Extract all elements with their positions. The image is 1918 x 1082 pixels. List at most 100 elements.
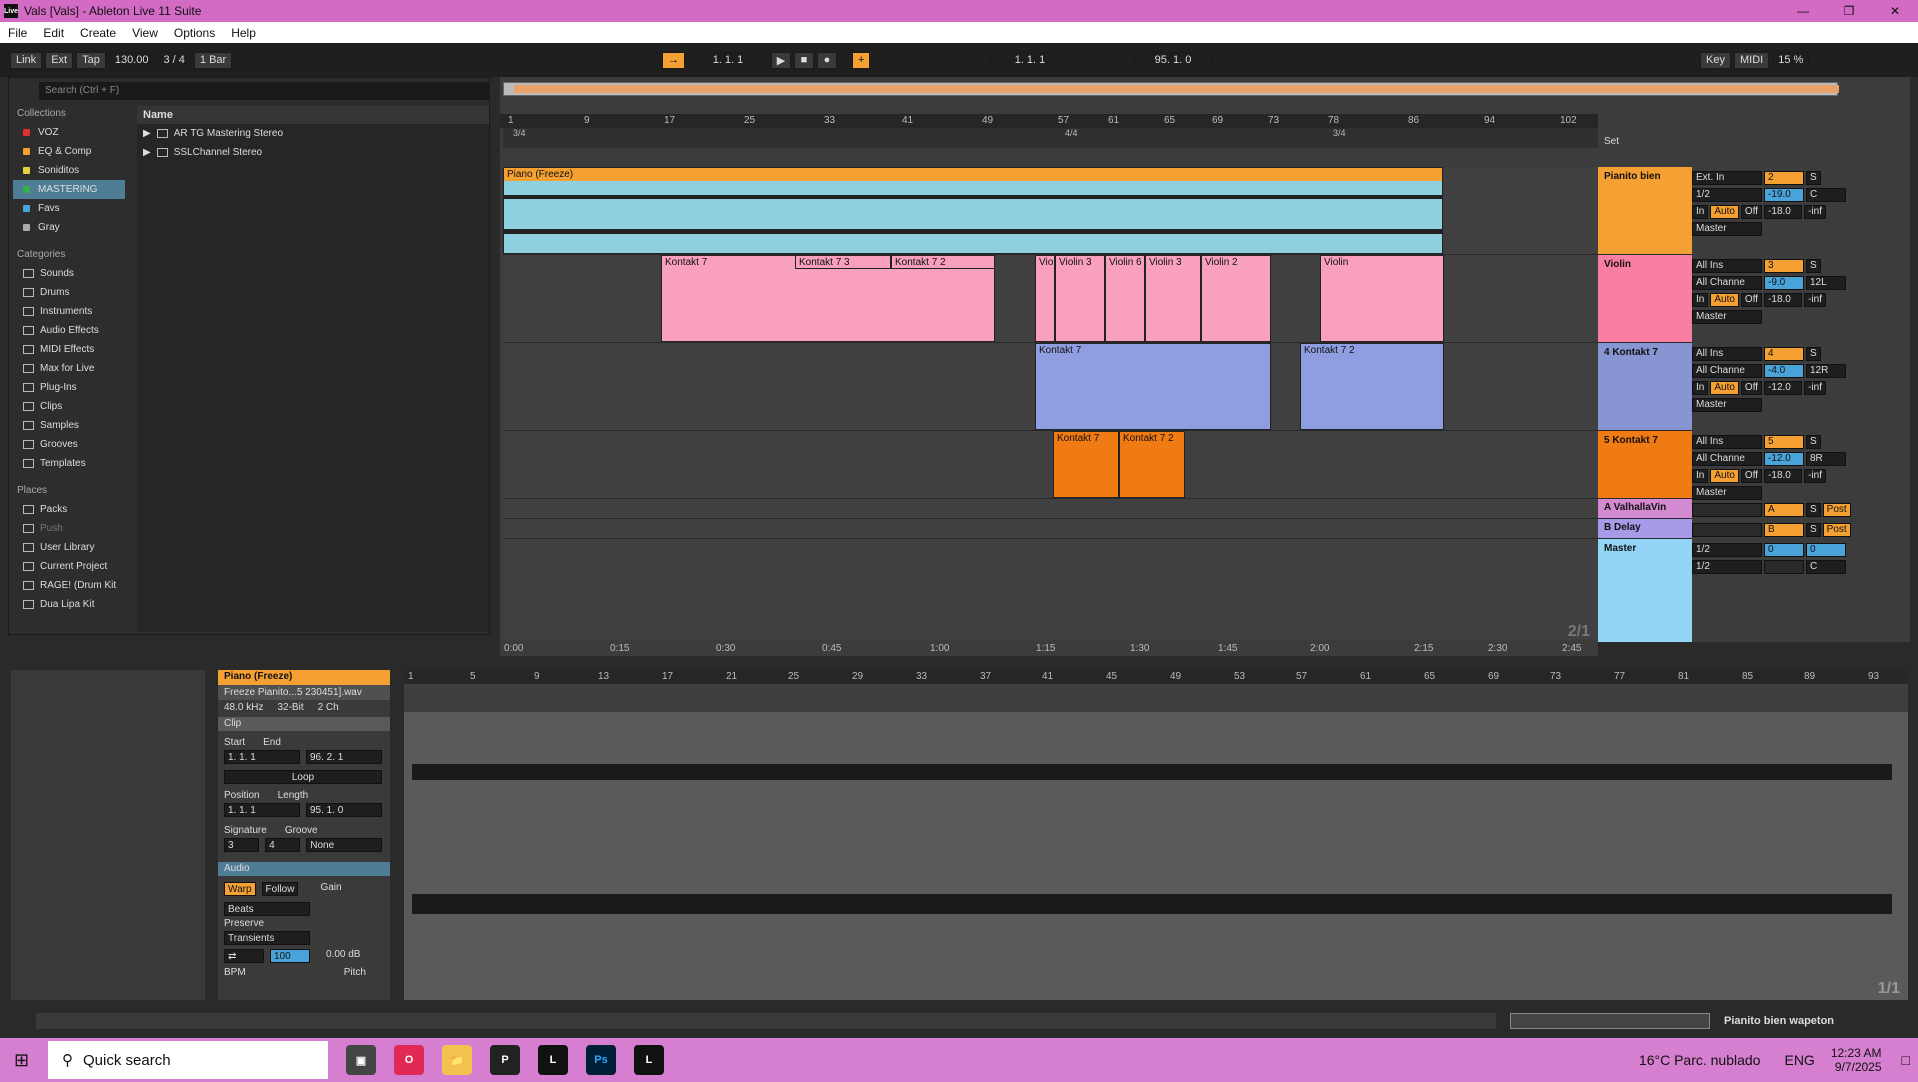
clock[interactable]: 12:23 AM 9/7/2025 [1831,1046,1882,1074]
volume-field[interactable]: -12.0 [1764,451,1804,466]
monitor-auto-button[interactable]: Auto [1710,292,1739,307]
beat-ruler[interactable]: 1 9 17 25 33 41 49 57 61 65 69 73 78 86 … [500,114,1598,128]
expand-icon[interactable]: ▶ [143,128,151,139]
start-field[interactable]: 1. 1. 1 [224,750,300,764]
track-name[interactable]: Violin [1604,259,1631,270]
ext-sync-button[interactable]: Ext [45,51,74,69]
midi-clip[interactable]: Violin 2 [1201,255,1271,342]
photoshop-icon[interactable]: Ps [586,1045,616,1075]
monitor-in-button[interactable]: In [1692,292,1709,307]
midi-clip[interactable]: Vio [1035,255,1055,342]
volume-field[interactable]: 0 [1764,542,1804,557]
collection-favs[interactable]: Favs [13,199,125,218]
monitor-off-button[interactable]: Off [1740,468,1763,483]
overview-bar[interactable] [503,82,1839,96]
input-channel-select[interactable]: 1/2 [1692,187,1762,202]
audio-clip[interactable]: Piano (Freeze) [503,167,1443,254]
category-instruments[interactable]: Instruments [13,302,125,321]
tap-tempo-button[interactable]: Tap [76,51,106,69]
track-activator[interactable]: 5 [1764,434,1804,449]
input-channel-select[interactable]: All Channe [1692,275,1762,290]
task-view-icon[interactable]: ▣ [346,1045,376,1075]
category-plugins[interactable]: Plug-Ins [13,378,125,397]
place-current-project[interactable]: Current Project [13,557,125,576]
end-field[interactable]: 96. 2. 1 [306,750,382,764]
monitor-auto-button[interactable]: Auto [1710,468,1739,483]
loop-length-field[interactable]: 95. 1. 0 [1133,51,1213,69]
track-activator[interactable]: 2 [1764,170,1804,185]
pan-field[interactable]: C [1806,559,1846,574]
pan-field[interactable]: 12R [1806,363,1846,378]
output-select[interactable]: Master [1692,309,1762,324]
midi-clip[interactable]: Violin [1320,255,1444,342]
clip-section-header[interactable]: Clip [218,717,390,731]
solo-button[interactable]: S [1806,346,1821,361]
loop-mode-select[interactable]: ⇄ [224,949,264,963]
preserve-select[interactable]: Transients [224,931,310,945]
overdub-button[interactable]: + [852,51,871,69]
expand-icon[interactable]: ▶ [143,147,151,158]
weather-widget[interactable]: 16°C Parc. nublado [1639,1052,1761,1068]
loop-toggle[interactable]: Loop [224,770,382,784]
signature-numerator[interactable]: 3 [224,838,260,852]
category-drums[interactable]: Drums [13,283,125,302]
send-field[interactable]: -18.0 [1764,468,1803,483]
stop-icon[interactable]: ■ [794,51,814,69]
menu-options[interactable]: Options [166,26,223,40]
track-lane[interactable]: Piano (Freeze) [503,167,1598,255]
file-explorer-icon[interactable]: 📁 [442,1045,472,1075]
notification-icon[interactable]: □ [1902,1052,1910,1068]
file-item[interactable]: ▶ AR TG Mastering Stereo [137,124,489,143]
place-packs[interactable]: Packs [13,500,125,519]
monitor-in-button[interactable]: In [1692,380,1709,395]
time-signature-field[interactable]: 3 / 4 [157,51,191,69]
input-type-select[interactable]: Ext. In [1692,170,1762,185]
volume-field[interactable]: -9.0 [1764,275,1804,290]
output-select[interactable]: Master [1692,397,1762,412]
input-type-select[interactable]: All Ins [1692,434,1762,449]
pre-post-toggle[interactable]: Post [1822,502,1851,517]
loop-start-field[interactable]: 1. 1. 1 [990,51,1070,69]
place-rage-drum-kit[interactable]: RAGE! (Drum Kit [13,576,125,595]
tempo-field[interactable]: 130.00 [108,51,155,69]
monitor-auto-button[interactable]: Auto [1710,204,1739,219]
monitor-in-button[interactable]: In [1692,468,1709,483]
taskbar-search[interactable]: ⚲ Quick search [48,1041,328,1079]
midi-map-button[interactable]: MIDI [1733,51,1770,69]
collection-gray[interactable]: Gray [13,218,125,237]
track-activator[interactable]: B [1764,522,1804,537]
app-icon[interactable]: P [490,1045,520,1075]
midi-clip[interactable]: Kontakt 7 2 [1300,343,1444,430]
midi-clip[interactable]: Violin 3 [1055,255,1105,342]
sample-ruler[interactable]: 1 5 9 13 17 21 25 29 33 37 41 45 49 53 5… [404,670,1908,684]
category-templates[interactable]: Templates [13,454,125,473]
collection-soniditos[interactable]: Soniditos [13,161,125,180]
category-samples[interactable]: Samples [13,416,125,435]
solo-button[interactable]: S [1806,522,1821,537]
signature-marker[interactable]: 4/4 [1065,128,1078,138]
output-select[interactable]: Master [1692,485,1762,500]
track-activator[interactable]: 3 [1764,258,1804,273]
pan-field[interactable]: 8R [1806,451,1846,466]
input-channel-select[interactable]: All Channe [1692,451,1762,466]
send-field[interactable]: -18.0 [1764,292,1803,307]
midi-clip[interactable]: Kontakt 7 3 [795,255,891,269]
category-sounds[interactable]: Sounds [13,264,125,283]
device-drop-area[interactable] [11,670,205,1000]
name-column-header[interactable]: Name [137,106,489,124]
return-lane[interactable] [503,519,1598,539]
menu-edit[interactable]: Edit [35,26,72,40]
category-audio-effects[interactable]: Audio Effects [13,321,125,340]
record-icon[interactable]: ● [817,51,837,69]
midi-clip[interactable]: Kontakt 7 2 [891,255,995,269]
opera-icon[interactable]: O [394,1045,424,1075]
pan-field[interactable]: 12L [1806,275,1846,290]
overview-selection[interactable] [514,85,1839,93]
link-button[interactable]: Link [10,51,43,69]
menu-create[interactable]: Create [72,26,124,40]
input-type-select[interactable]: All Ins [1692,258,1762,273]
overview-scroll[interactable] [1510,1013,1710,1029]
key-map-button[interactable]: Key [1700,51,1731,69]
groove-select[interactable]: None [306,838,382,852]
pan-field[interactable]: C [1806,187,1846,202]
